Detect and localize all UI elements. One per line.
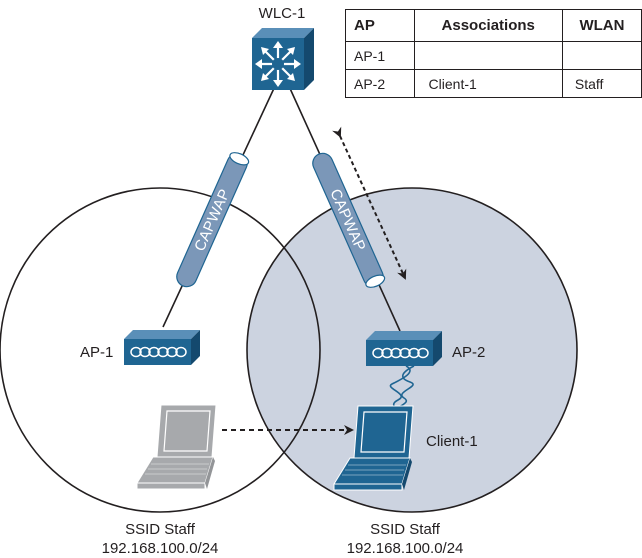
cell-ap: AP-1 — [345, 41, 415, 70]
capwap-tunnel-ap1: CAPWAP — [176, 152, 250, 288]
column-header-ap: AP — [345, 9, 415, 42]
access-point-icon[interactable] — [366, 331, 442, 366]
cell-wlan — [561, 41, 642, 70]
table-header-row: AP Associations WLAN — [345, 9, 642, 42]
cell-associations: Client-1 — [413, 69, 563, 98]
client1-label: Client-1 — [426, 433, 478, 450]
table-row: AP-2 Client-1 Staff — [345, 69, 642, 98]
ap1-label: AP-1 — [80, 344, 113, 361]
cell2-ssid: SSID Staff — [370, 521, 441, 538]
column-header-wlan: WLAN — [561, 9, 642, 42]
cell-associations — [413, 41, 563, 70]
cell1-ssid: SSID Staff — [125, 521, 196, 538]
cell-ap: AP-2 — [345, 69, 415, 98]
cell-wlan: Staff — [561, 69, 642, 98]
wlc-label: WLC-1 — [259, 5, 306, 22]
multilayer-switch-icon[interactable] — [252, 28, 314, 90]
column-header-associations: Associations — [413, 9, 563, 42]
ap2-label: AP-2 — [452, 344, 485, 361]
laptop-icon-previous — [136, 404, 217, 490]
cell1-subnet: 192.168.100.0/24 — [102, 540, 219, 557]
access-point-icon[interactable] — [124, 330, 200, 365]
association-table: AP Associations WLAN AP-1 AP-2 Client-1 … — [345, 9, 642, 98]
cell2-subnet: 192.168.100.0/24 — [347, 540, 464, 557]
table-row: AP-1 — [345, 41, 642, 70]
